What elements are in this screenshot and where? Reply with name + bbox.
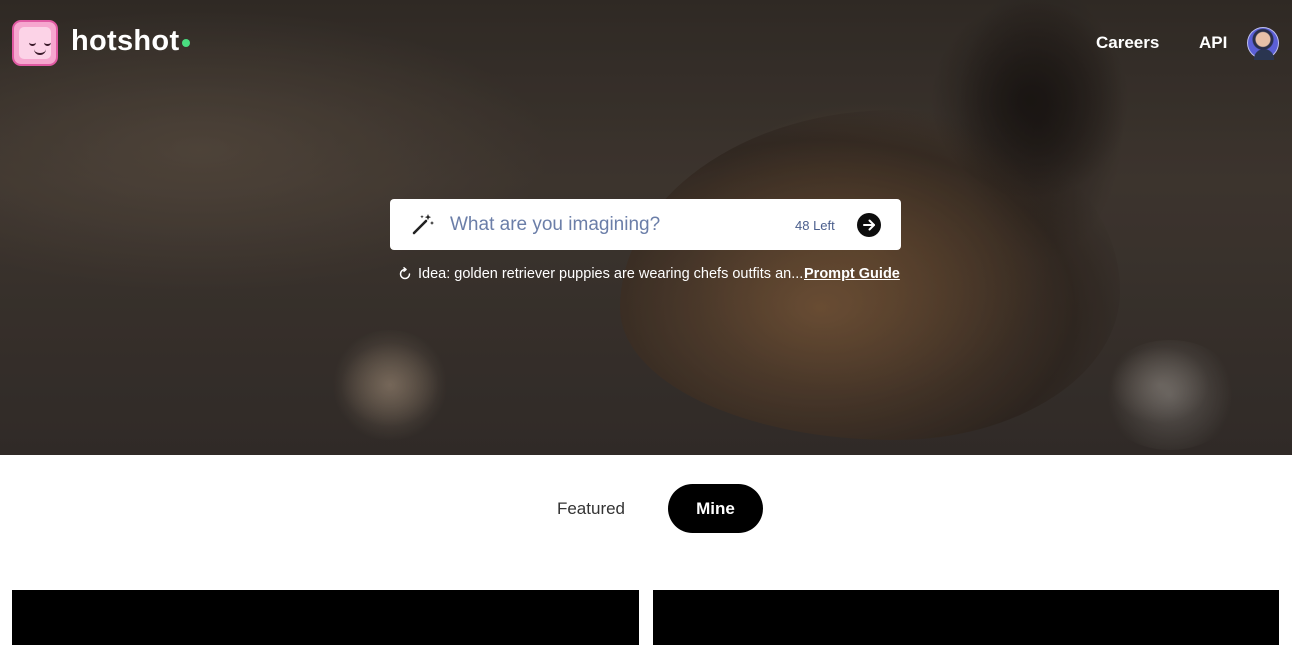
user-avatar[interactable] <box>1247 27 1279 60</box>
logo-eye <box>44 42 51 46</box>
gallery-card[interactable] <box>12 590 639 645</box>
logo-eye <box>29 42 36 46</box>
logo-icon[interactable] <box>12 20 58 66</box>
refresh-icon[interactable] <box>398 267 412 281</box>
tab-featured[interactable]: Featured <box>540 484 642 533</box>
gallery-card[interactable] <box>653 590 1279 645</box>
magic-wand-icon <box>412 214 434 235</box>
submit-button[interactable] <box>857 213 881 237</box>
prompts-left-count: 48 Left <box>795 218 835 233</box>
status-dot <box>182 39 190 47</box>
prompt-search-box: 48 Left <box>390 199 901 250</box>
prompt-input[interactable] <box>450 209 780 240</box>
avatar-shoulders <box>1254 49 1274 60</box>
tab-mine[interactable]: Mine <box>668 484 763 533</box>
idea-text[interactable]: Idea: golden retriever puppies are weari… <box>418 266 803 282</box>
prompt-guide-link[interactable]: Prompt Guide <box>804 266 900 282</box>
arrow-right-icon <box>863 219 875 231</box>
nav-link-careers[interactable]: Careers <box>1096 33 1159 53</box>
brand-name[interactable]: hotshot <box>71 25 179 58</box>
logo-face <box>19 27 51 59</box>
nav-link-api[interactable]: API <box>1199 33 1227 53</box>
logo-mouth <box>34 49 46 55</box>
